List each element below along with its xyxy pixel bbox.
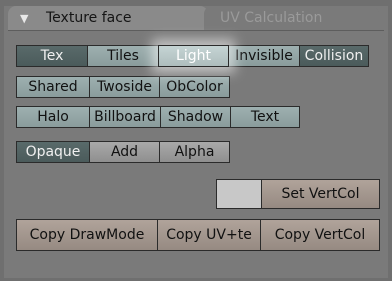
blend-mode-row: Opaque Add Alpha: [16, 141, 230, 163]
add-option[interactable]: Add: [89, 141, 160, 163]
copy-vertcol-button[interactable]: Copy VertCol: [260, 219, 380, 251]
text-toggle[interactable]: Text: [230, 106, 300, 128]
halo-toggle[interactable]: Halo: [16, 106, 90, 128]
opaque-option[interactable]: Opaque: [16, 141, 90, 163]
tiles-toggle[interactable]: Tiles: [87, 45, 159, 67]
shared-twoside-row: Shared Twoside ObColor: [16, 76, 230, 98]
collision-toggle[interactable]: Collision: [299, 45, 369, 67]
tab-texture-face[interactable]: ▼ Texture face: [8, 6, 208, 30]
invisible-toggle[interactable]: Invisible: [228, 45, 300, 67]
tab-uv-calculation-label: UV Calculation: [220, 10, 323, 26]
obcolor-toggle[interactable]: ObColor: [159, 76, 230, 98]
halo-billboard-row: Halo Billboard Shadow Text: [16, 106, 300, 128]
shared-toggle[interactable]: Shared: [16, 76, 90, 98]
billboard-toggle[interactable]: Billboard: [89, 106, 161, 128]
copy-uv-button[interactable]: Copy UV+te: [157, 219, 261, 251]
mode-toggle-row: Tex Tiles Light Invisible Collision: [16, 45, 369, 67]
light-toggle[interactable]: Light: [158, 45, 229, 67]
shadow-toggle[interactable]: Shadow: [160, 106, 231, 128]
tex-toggle[interactable]: Tex: [16, 45, 88, 67]
vertex-color-swatch[interactable]: [216, 179, 262, 209]
tab-divider: [8, 30, 384, 31]
set-vertcol-button[interactable]: Set VertCol: [261, 179, 380, 209]
tab-uv-calculation[interactable]: UV Calculation: [204, 6, 379, 30]
alpha-option[interactable]: Alpha: [159, 141, 230, 163]
collapse-triangle-icon[interactable]: ▼: [20, 7, 34, 31]
twoside-toggle[interactable]: Twoside: [89, 76, 160, 98]
copy-drawmode-button[interactable]: Copy DrawMode: [16, 219, 158, 251]
tab-texture-face-label: Texture face: [46, 10, 132, 26]
